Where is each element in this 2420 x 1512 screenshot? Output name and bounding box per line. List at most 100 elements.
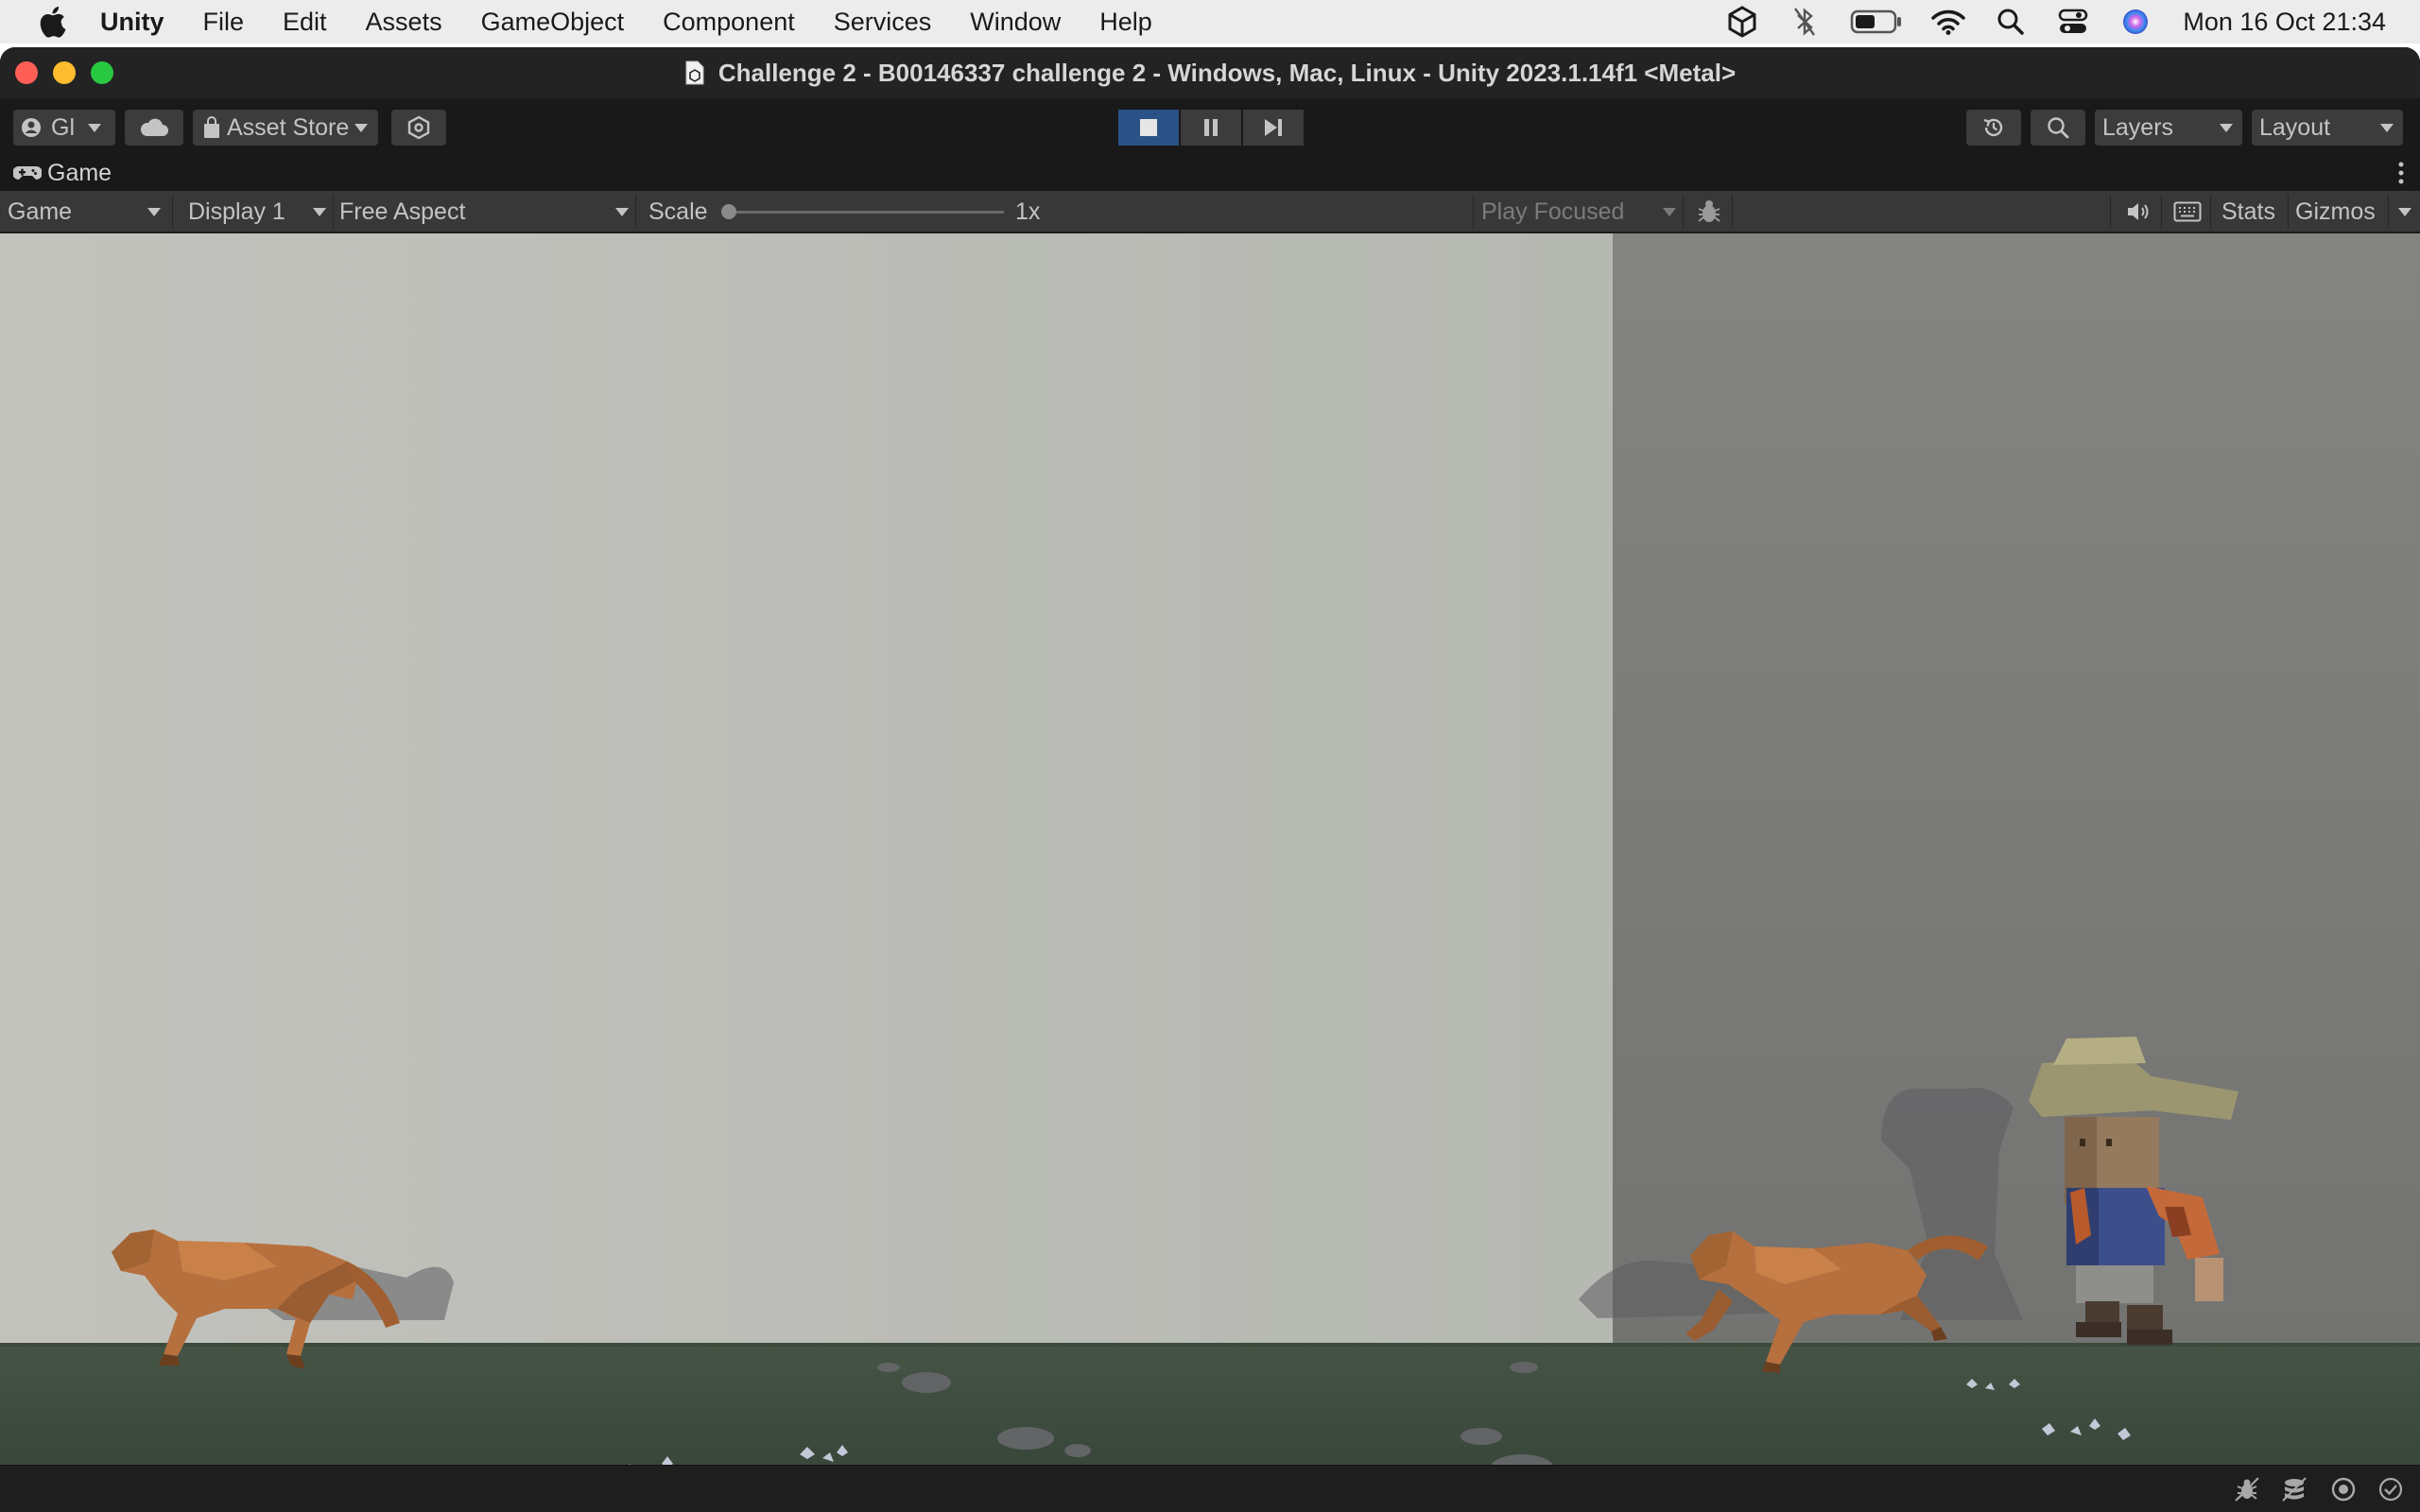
- view-mode-label: Game: [8, 198, 73, 225]
- menu-app-unity[interactable]: Unity: [100, 8, 164, 37]
- aspect-dropdown[interactable]: Free Aspect: [339, 191, 629, 232]
- playmode-controls: [1118, 110, 1304, 146]
- gizmos-dropdown[interactable]: [2394, 191, 2416, 232]
- keyboard-icon: [2173, 201, 2202, 222]
- step-button[interactable]: [1243, 110, 1304, 146]
- wifi-icon[interactable]: [1929, 3, 1967, 41]
- gizmos-toggle[interactable]: Gizmos: [2295, 191, 2376, 232]
- account-label: Gl: [51, 113, 75, 141]
- step-forward-icon: [1265, 119, 1282, 136]
- keyboard-shortcuts-button[interactable]: [2170, 191, 2204, 232]
- scale-slider-handle[interactable]: [721, 204, 736, 219]
- stop-icon: [1140, 119, 1157, 136]
- cloud-icon: [140, 118, 168, 136]
- debug-toggle-button[interactable]: [1692, 191, 1726, 232]
- main-toolbar: Gl Asset Store Layers Layout: [0, 98, 2420, 155]
- display-dropdown[interactable]: Display 1: [188, 191, 326, 232]
- apple-icon[interactable]: [32, 2, 72, 42]
- chevron-down-icon: [354, 123, 369, 132]
- search-icon: [2048, 117, 2069, 139]
- unity-tray-icon[interactable]: [1723, 3, 1761, 41]
- divider: [1683, 195, 1684, 229]
- macos-menu-bar: Unity File Edit Assets GameObject Compon…: [0, 0, 2420, 43]
- ground-plane: [0, 1343, 2420, 1465]
- unity-window: Challenge 2 - B00146337 challenge 2 - Wi…: [0, 47, 2420, 1512]
- cloud-services-button[interactable]: [125, 110, 183, 146]
- stop-play-button[interactable]: [1118, 110, 1179, 146]
- scale-label: Scale: [648, 198, 708, 225]
- undo-history-button[interactable]: [1966, 110, 2021, 146]
- chevron-down-icon: [615, 207, 629, 216]
- spotlight-search-icon[interactable]: [1992, 3, 2030, 41]
- stats-toggle[interactable]: Stats: [2221, 191, 2275, 232]
- package-hex-icon: [407, 115, 430, 140]
- divider: [635, 195, 636, 229]
- cache-server-icon[interactable]: [2280, 1475, 2308, 1503]
- menu-window[interactable]: Window: [970, 8, 1061, 37]
- gamepad-icon: [13, 166, 42, 180]
- scale-slider-track[interactable]: [724, 211, 1004, 214]
- bug-icon: [1698, 200, 1720, 222]
- play-mode-dropdown[interactable]: Play Focused: [1481, 191, 1676, 232]
- divider: [2388, 195, 2389, 229]
- game-render: [0, 233, 2420, 1465]
- display-label: Display 1: [188, 198, 285, 225]
- layout-label: Layout: [2259, 113, 2331, 141]
- menu-assets[interactable]: Assets: [366, 8, 442, 37]
- window-title-bar[interactable]: Challenge 2 - B00146337 challenge 2 - Wi…: [0, 47, 2420, 98]
- control-center-icon[interactable]: [2054, 3, 2092, 41]
- search-button[interactable]: [2031, 110, 2085, 146]
- chevron-down-icon: [2220, 123, 2233, 132]
- more-options-icon[interactable]: [2397, 161, 2405, 185]
- account-dropdown[interactable]: Gl: [13, 110, 115, 146]
- scale-value: 1x: [1015, 198, 1041, 225]
- auto-generate-lighting-icon[interactable]: [2329, 1475, 2358, 1503]
- asset-store-dropdown[interactable]: Asset Store: [193, 110, 378, 146]
- chevron-down-icon: [147, 207, 161, 216]
- menu-edit[interactable]: Edit: [283, 8, 327, 37]
- divider: [1473, 195, 1474, 229]
- menu-help[interactable]: Help: [1099, 8, 1152, 37]
- asset-store-label: Asset Store: [227, 113, 350, 141]
- wall-backdrop: [1613, 233, 2420, 1343]
- menu-services[interactable]: Services: [834, 8, 932, 37]
- divider: [333, 195, 334, 229]
- menu-component[interactable]: Component: [663, 8, 795, 37]
- divider: [2110, 195, 2111, 229]
- chevron-down-icon: [313, 207, 326, 216]
- menu-clock[interactable]: Mon 16 Oct 21:34: [2183, 8, 2386, 37]
- debug-mode-icon[interactable]: [2233, 1475, 2261, 1503]
- view-mode-dropdown[interactable]: Game: [8, 191, 166, 232]
- window-title-text: Challenge 2 - B00146337 challenge 2 - Wi…: [717, 58, 1737, 87]
- mute-audio-button[interactable]: [2121, 191, 2155, 232]
- pause-icon: [1204, 119, 1218, 136]
- aspect-label: Free Aspect: [339, 198, 466, 225]
- status-bar: [0, 1465, 2420, 1512]
- pause-button[interactable]: [1181, 110, 1241, 146]
- layers-label: Layers: [2102, 113, 2174, 141]
- divider: [172, 195, 173, 229]
- chevron-down-icon: [2380, 123, 2394, 132]
- siri-icon[interactable]: [2117, 3, 2154, 41]
- tab-game[interactable]: Game: [13, 155, 112, 191]
- menu-file[interactable]: File: [203, 8, 245, 37]
- progress-status-check-icon[interactable]: [2377, 1475, 2405, 1503]
- package-settings-button[interactable]: [391, 110, 446, 146]
- layout-dropdown[interactable]: Layout: [2252, 110, 2403, 146]
- bluetooth-off-icon[interactable]: [1786, 3, 1824, 41]
- layers-dropdown[interactable]: Layers: [2095, 110, 2242, 146]
- game-viewport[interactable]: [0, 233, 2420, 1465]
- unity-scene-document-icon: [685, 60, 704, 85]
- battery-icon[interactable]: [1848, 3, 1905, 41]
- game-view-control-bar: Game Display 1 Free Aspect Scale 1x Play…: [0, 191, 2420, 232]
- chevron-down-icon: [1663, 207, 1676, 216]
- divider: [2288, 195, 2289, 229]
- divider: [1732, 195, 1733, 229]
- account-icon: [22, 118, 41, 137]
- chevron-down-icon: [88, 123, 101, 132]
- divider: [2161, 195, 2162, 229]
- game-tab-bar: Game: [0, 155, 2420, 191]
- menu-gameobject[interactable]: GameObject: [481, 8, 625, 37]
- window-title: Challenge 2 - B00146337 challenge 2 - Wi…: [0, 47, 2420, 98]
- chevron-down-icon: [2398, 207, 2411, 216]
